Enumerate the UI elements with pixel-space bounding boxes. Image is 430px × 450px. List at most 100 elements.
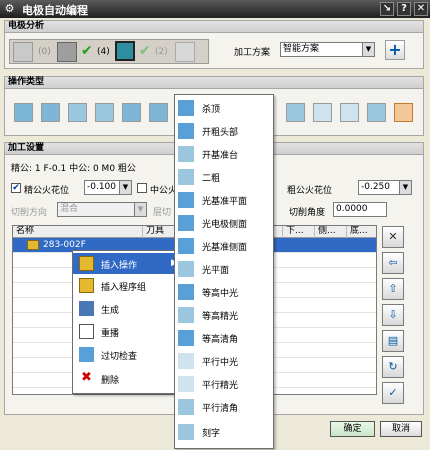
submenu-item-8[interactable]: 光平面 <box>175 258 273 280</box>
generate-icon[interactable]: ▤ <box>382 330 404 352</box>
check-green-icon[interactable]: ✔ <box>81 43 93 59</box>
op-type-icon-7[interactable] <box>286 103 305 122</box>
submenu-item-13[interactable]: 平行精光 <box>175 373 273 395</box>
submenu-item-10[interactable]: 等高精光 <box>175 304 273 326</box>
menu-item-gouge-check[interactable]: 过切检查 <box>73 344 184 365</box>
op-type-icon-6[interactable] <box>149 103 168 122</box>
rough-spark-input[interactable]: -0.250 ▼ <box>358 180 412 195</box>
op-type-section-header: 操作类型 <box>4 76 424 89</box>
check-faded-icon[interactable]: ✔ <box>139 43 151 59</box>
help-icon[interactable]: ? <box>397 2 411 16</box>
arrow-down-icon[interactable]: ⇩ <box>382 304 404 326</box>
submenu-label: 开粗头部 <box>202 128 239 138</box>
submenu-item-1[interactable]: 杀顶 <box>175 97 273 119</box>
cube-gray-icon[interactable] <box>57 42 77 62</box>
op-icon <box>178 123 194 139</box>
cut-angle-value: 0.0000 <box>336 204 368 214</box>
chevron-down-icon[interactable]: ▼ <box>119 181 131 194</box>
chevron-down-icon[interactable]: ▼ <box>399 181 411 194</box>
submenu-item-15[interactable]: 刻字 <box>175 421 273 443</box>
submenu-label: 二粗 <box>202 174 221 184</box>
column-side[interactable]: 侧... <box>315 226 347 238</box>
cut-direction-select[interactable]: 混合 ▼ <box>57 202 147 217</box>
submenu-label: 刻字 <box>202 429 221 439</box>
op-type-icon-11[interactable] <box>394 103 413 122</box>
submenu-item-2[interactable]: 开粗头部 <box>175 120 273 142</box>
op-type-icon-1[interactable] <box>14 103 33 122</box>
op-type-icon-5[interactable] <box>122 103 141 122</box>
submenu-item-4[interactable]: 二粗 <box>175 166 273 188</box>
restore-icon[interactable]: ↘ <box>380 2 394 16</box>
fine-spark-checkbox[interactable]: ✔ <box>11 183 21 193</box>
count-untested: (0) <box>38 47 51 57</box>
submenu-item-9[interactable]: 等高中光 <box>175 281 273 303</box>
submenu-item-5[interactable]: 光基准平面 <box>175 189 273 211</box>
menu-item-replay[interactable]: 重播 <box>73 321 184 342</box>
plan-select[interactable]: 智能方案 ▼ <box>280 42 375 57</box>
close-icon[interactable]: ✕ <box>414 2 428 16</box>
menu-item-insert-group[interactable]: 插入程序组 <box>73 275 184 296</box>
add-button[interactable]: + <box>385 40 405 60</box>
fine-spark-input[interactable]: -0.100 ▼ <box>84 180 132 195</box>
insert-operation-submenu: 杀顶 开粗头部 开基准台 二粗 光基准平面 光电极侧面 光基准侧面 光平面 等高… <box>174 94 274 449</box>
op-icon <box>178 376 194 392</box>
cancel-button[interactable]: 取消 <box>380 421 422 437</box>
menu-item-insert-operation[interactable]: 插入操作 ▶ <box>73 253 184 274</box>
submenu-label: 光电极侧面 <box>202 220 248 230</box>
tolerance-summary: 精公: 1 F-0.1 中公: 0 M0 粗公 <box>11 164 136 174</box>
submenu-label: 等高中光 <box>202 289 239 299</box>
submenu-item-7[interactable]: 光基准侧面 <box>175 235 273 257</box>
op-type-icon-2[interactable] <box>41 103 60 122</box>
electrode-section-title: 电极分析 <box>8 21 45 31</box>
close-icon[interactable]: ✕ <box>382 226 404 248</box>
window-title: 电极自动编程 <box>22 4 88 17</box>
op-icon <box>178 169 194 185</box>
column-bottom[interactable]: 底... <box>347 226 376 238</box>
cube-faded-icon[interactable] <box>175 42 195 62</box>
plan-label: 加工方案 <box>234 48 271 58</box>
op-type-section-title: 操作类型 <box>8 77 45 87</box>
op-icon <box>178 399 194 415</box>
submenu-item-12[interactable]: 平行中光 <box>175 350 273 372</box>
chevron-down-icon[interactable]: ▼ <box>362 43 374 56</box>
submenu-label: 平行中光 <box>202 358 239 368</box>
arrow-left-icon[interactable]: ⇦ <box>382 252 404 274</box>
arrow-up-icon[interactable]: ⇧ <box>382 278 404 300</box>
electrode-panel: (0) ✔ (4) ✔ (2) 加工方案 智能方案 ▼ + <box>4 33 424 69</box>
op-type-icon-10[interactable] <box>367 103 386 122</box>
submenu-label: 等高清角 <box>202 335 239 345</box>
submenu-item-14[interactable]: 平行清角 <box>175 396 273 418</box>
submenu-item-6[interactable]: 光电极侧面 <box>175 212 273 234</box>
column-down[interactable]: 下... <box>283 226 315 238</box>
column-name[interactable]: 名称 <box>13 226 143 238</box>
row-name: 283-002F <box>43 240 86 250</box>
submenu-item-11[interactable]: 等高清角 <box>175 327 273 349</box>
op-type-icon-8[interactable] <box>313 103 332 122</box>
op-icon <box>178 238 194 254</box>
mid-spark-checkbox[interactable] <box>137 183 147 193</box>
op-icon <box>178 146 194 162</box>
menu-item-label: 插入程序组 <box>101 283 147 293</box>
menu-item-label: 插入操作 <box>101 261 138 271</box>
replay-icon[interactable]: ↻ <box>382 356 404 378</box>
op-type-icon-9[interactable] <box>340 103 359 122</box>
menu-item-generate[interactable]: 生成 <box>73 298 184 319</box>
menu-item-delete[interactable]: ✖ 删除 <box>73 368 184 389</box>
ok-button[interactable]: 确定 <box>330 421 375 437</box>
gear-icon[interactable]: ⚙ <box>3 2 16 15</box>
chevron-down-icon[interactable]: ▼ <box>134 203 146 216</box>
submenu-label: 光平面 <box>202 266 230 276</box>
plan-value: 智能方案 <box>283 44 320 54</box>
op-type-icon-4[interactable] <box>95 103 114 122</box>
angle-hint-label: 层切 <box>153 208 172 218</box>
verify-icon[interactable]: ✓ <box>382 382 404 404</box>
all-electrodes-icon[interactable] <box>13 42 33 62</box>
menu-item-label: 重播 <box>101 329 120 339</box>
cut-angle-input[interactable]: 0.0000 <box>333 202 387 217</box>
count-failed: (2) <box>155 47 168 57</box>
fine-spark-label: 精公火花位 <box>24 186 70 196</box>
electrode-selected-icon[interactable] <box>115 41 135 61</box>
submenu-item-3[interactable]: 开基准台 <box>175 143 273 165</box>
op-icon <box>178 261 194 277</box>
op-type-icon-3[interactable] <box>68 103 87 122</box>
